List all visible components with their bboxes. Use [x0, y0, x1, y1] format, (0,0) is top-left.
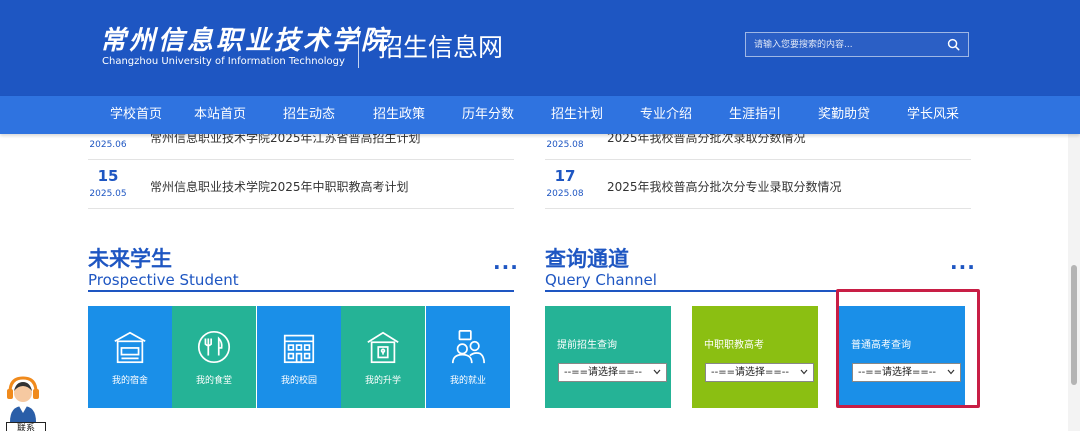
tile-label: 我的就业 [449, 376, 486, 386]
logo-divider [358, 26, 359, 68]
news-date: 2025.08 [546, 140, 584, 150]
site-header: 常州信息职业技术学院 Changzhou University of Infor… [0, 0, 1080, 96]
nav-site-home[interactable]: 本站首页 [194, 96, 246, 134]
gaokao-select[interactable]: --==请选择==-- [852, 363, 961, 382]
tile-label: 我的宿舍 [111, 376, 148, 386]
nav-majors[interactable]: 专业介绍 [640, 96, 692, 134]
query-more-button[interactable]: ... [950, 250, 976, 274]
tile-label: 我的升学 [364, 376, 401, 386]
school-logo[interactable]: 常州信息职业技术学院 [100, 20, 390, 57]
chevron-down-icon [947, 369, 955, 375]
select-value: --==请选择==-- [564, 367, 642, 378]
select-value: --==请选择==-- [711, 367, 789, 378]
student-section-subtitle: Prospective Student [88, 271, 239, 289]
query-section-underline [545, 290, 971, 292]
nav-school-home[interactable]: 学校首页 [110, 96, 162, 134]
site-title[interactable]: 招生信息网 [378, 28, 503, 64]
tile-dorm[interactable]: 我的宿舍 [88, 306, 172, 408]
query-box-title: 提前招生查询 [557, 340, 617, 351]
chevron-down-icon [800, 369, 808, 375]
canteen-icon [197, 330, 231, 364]
main-nav: 学校首页 本站首页 招生动态 招生政策 历年分数 招生计划 专业介绍 生涯指引 … [0, 96, 1080, 134]
query-box-title: 中职职教高考 [704, 340, 764, 351]
student-section-underline [88, 290, 514, 292]
query-section-subtitle: Query Channel [545, 271, 657, 289]
news-date: 2025.08 [546, 189, 584, 199]
student-more-button[interactable]: ... [493, 250, 519, 274]
news-title[interactable]: 常州信息职业技术学院2025年中职职教高考计划 [150, 178, 409, 195]
early-admission-select[interactable]: --==请选择==-- [558, 363, 667, 382]
nav-career-guide[interactable]: 生涯指引 [729, 96, 781, 134]
dorm-icon [114, 331, 146, 364]
vocational-exam-select[interactable]: --==请选择==-- [705, 363, 814, 382]
search-box [745, 32, 969, 57]
tile-campus[interactable]: 我的校园 [257, 306, 341, 408]
customer-service-icon [7, 376, 39, 422]
further-study-icon [367, 331, 399, 364]
nav-admission-plan[interactable]: 招生计划 [551, 96, 603, 134]
search-icon[interactable] [947, 38, 960, 51]
query-box-vocational-exam: 中职职教高考 --==请选择==-- [692, 306, 818, 408]
query-box-early-admission: 提前招生查询 --==请选择==-- [545, 306, 671, 408]
nav-admission-news[interactable]: 招生动态 [283, 96, 335, 134]
student-section-title: 未来学生 [88, 247, 172, 271]
chevron-down-icon [653, 369, 661, 375]
tile-label: 我的校园 [280, 376, 317, 386]
news-item[interactable]: 15 2025.05 常州信息职业技术学院2025年中职职教高考计划 [88, 161, 514, 209]
query-box-gaokao: 普通高考查询 --==请选择==-- [839, 306, 965, 408]
nav-past-scores[interactable]: 历年分数 [462, 96, 514, 134]
nav-admission-policy[interactable]: 招生政策 [373, 96, 425, 134]
contact-label: 联系 [6, 422, 46, 431]
tile-label: 我的食堂 [195, 376, 232, 386]
nav-alumni[interactable]: 学长风采 [907, 96, 959, 134]
employment-icon [451, 329, 486, 364]
news-day: 15 [97, 167, 119, 185]
news-day: 17 [554, 167, 576, 185]
tile-employment[interactable]: 我的就业 [426, 306, 510, 408]
page-scrollbar[interactable] [1068, 134, 1080, 431]
campus-icon [283, 334, 315, 364]
news-date: 2025.05 [89, 189, 127, 199]
school-logo-english: Changzhou University of Information Tech… [102, 56, 345, 67]
news-date: 2025.06 [89, 140, 127, 150]
nav-financial-aid[interactable]: 奖勤助贷 [818, 96, 870, 134]
search-input[interactable] [754, 33, 934, 56]
query-section-title: 查询通道 [545, 247, 629, 271]
select-value: --==请选择==-- [858, 367, 936, 378]
tile-further-study[interactable]: 我的升学 [341, 306, 425, 408]
scroll-thumb[interactable] [1071, 265, 1077, 385]
query-box-title: 普通高考查询 [851, 340, 911, 351]
news-item[interactable]: 17 2025.08 2025年我校普高分批次分专业录取分数情况 [545, 161, 971, 209]
tile-canteen[interactable]: 我的食堂 [172, 306, 256, 408]
news-title[interactable]: 2025年我校普高分批次分专业录取分数情况 [607, 178, 842, 195]
contact-widget[interactable]: 联系 [0, 372, 50, 431]
